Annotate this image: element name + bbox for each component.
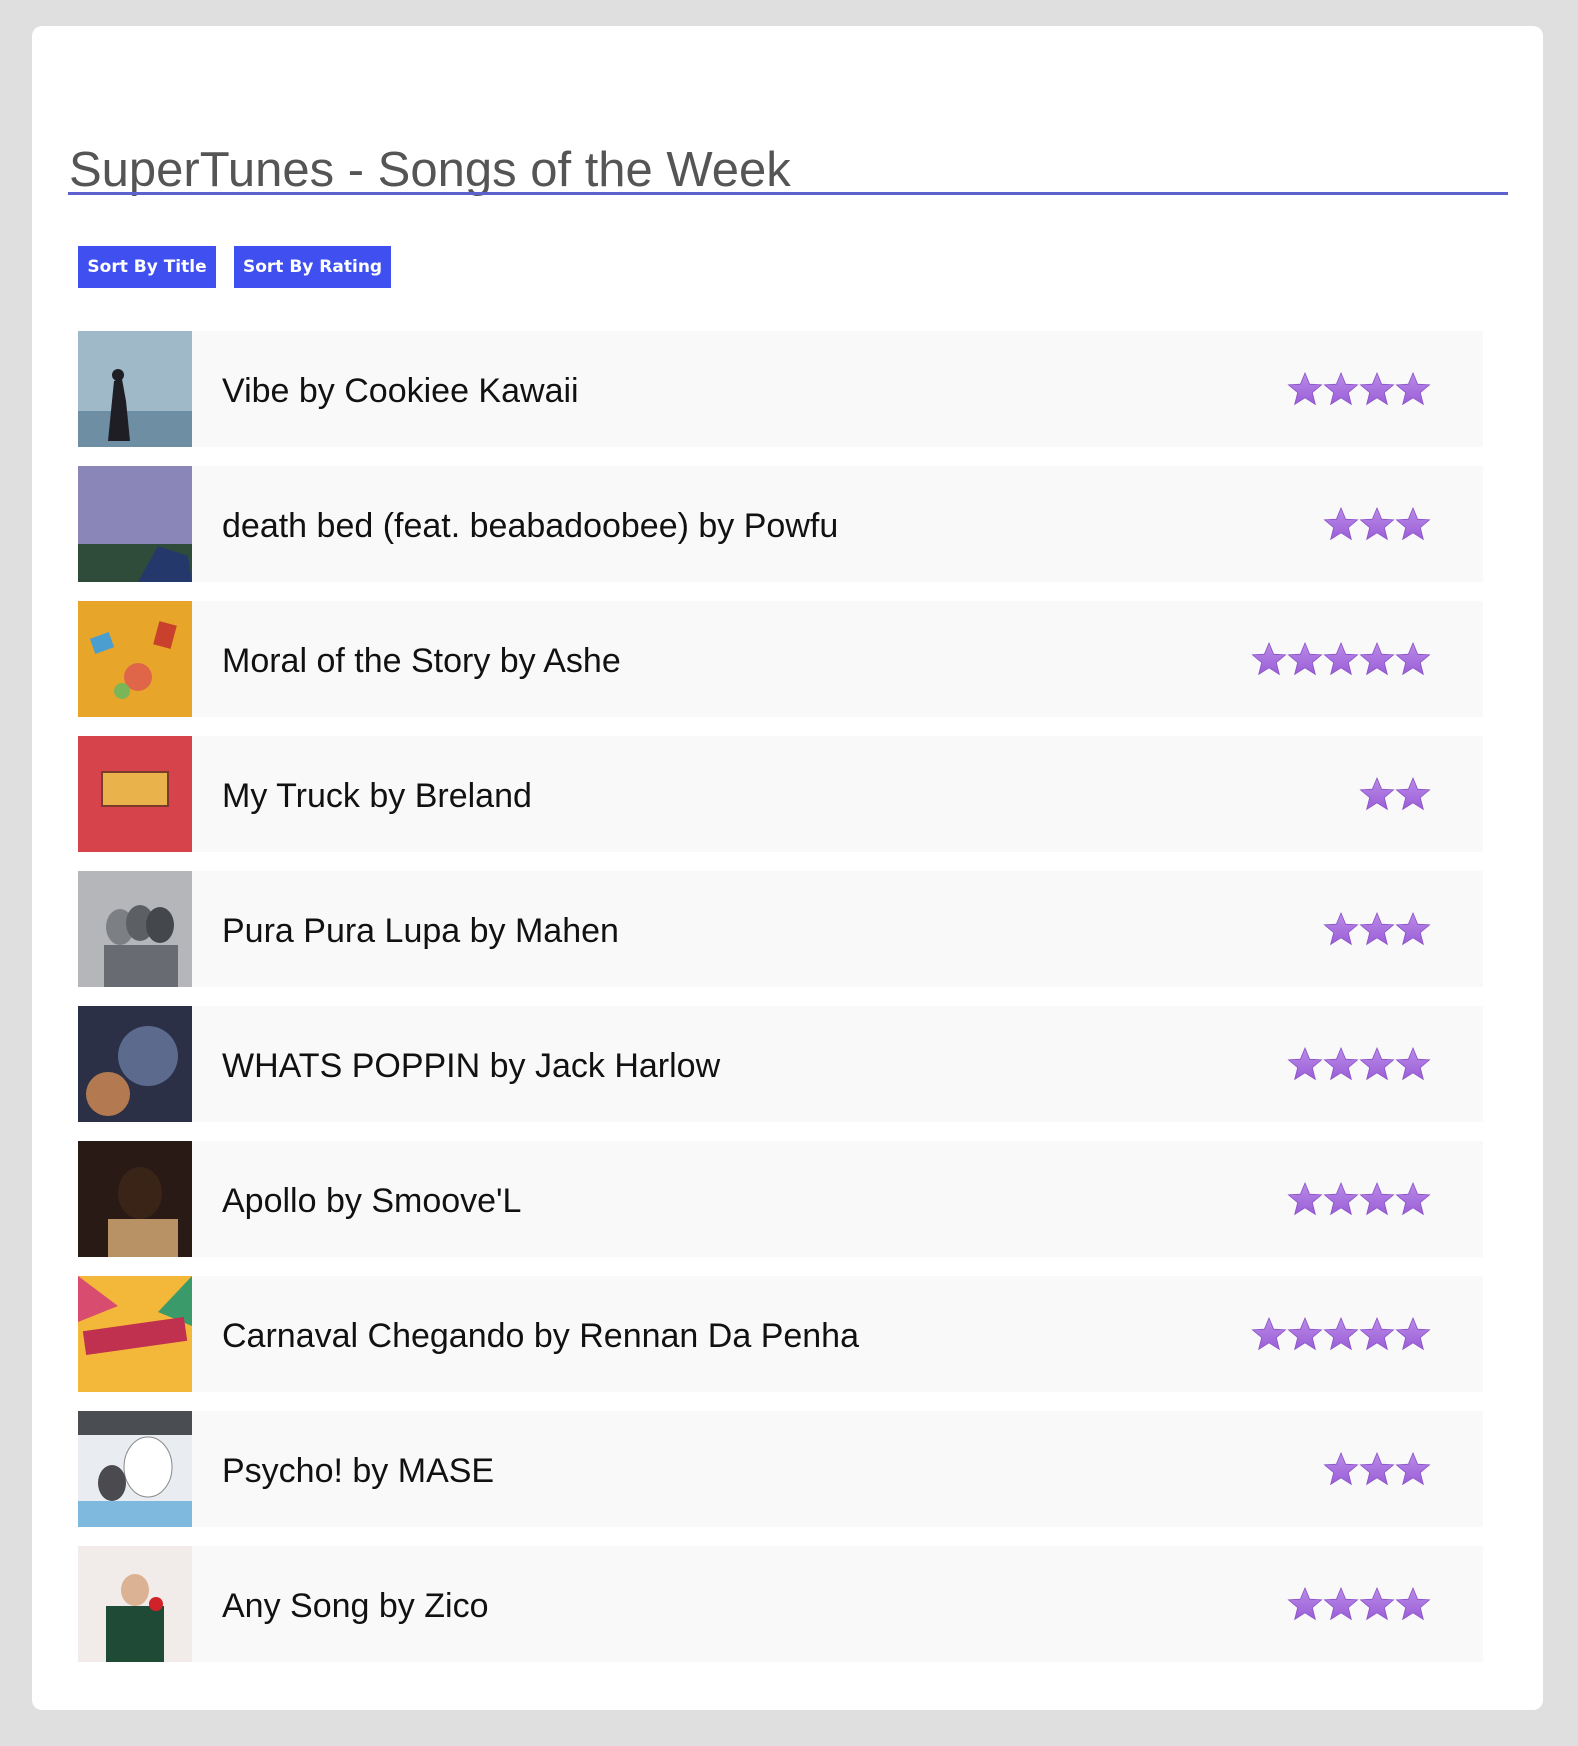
song-rating (1287, 331, 1431, 447)
star-icon (1287, 641, 1323, 677)
star-icon (1395, 1316, 1431, 1352)
album-cover (78, 1546, 192, 1662)
song-list: Vibe by Cookiee Kawaii death bed (feat. b… (78, 331, 1483, 1681)
song-row[interactable]: My Truck by Breland (78, 736, 1483, 852)
star-icon (1323, 506, 1359, 542)
album-cover (78, 1276, 192, 1392)
song-row[interactable]: death bed (feat. beabadoobee) by Powfu (78, 466, 1483, 582)
star-icon (1395, 371, 1431, 407)
album-cover (78, 601, 192, 717)
star-icon (1359, 506, 1395, 542)
song-title: Any Song by Zico (222, 1587, 489, 1625)
song-row[interactable]: WHATS POPPIN by Jack Harlow (78, 1006, 1483, 1122)
song-row[interactable]: Pura Pura Lupa by Mahen (78, 871, 1483, 987)
album-cover (78, 1411, 192, 1527)
star-icon (1287, 1316, 1323, 1352)
song-rating (1323, 1411, 1431, 1527)
star-icon (1287, 1046, 1323, 1082)
song-title: My Truck by Breland (222, 777, 532, 815)
star-icon (1395, 641, 1431, 677)
song-rating (1359, 736, 1431, 852)
album-cover (78, 466, 192, 582)
star-icon (1359, 371, 1395, 407)
star-icon (1359, 1451, 1395, 1487)
star-icon (1359, 911, 1395, 947)
song-title: Apollo by Smoove'L (222, 1182, 522, 1220)
song-rating (1323, 871, 1431, 987)
song-title: Vibe by Cookiee Kawaii (222, 372, 579, 410)
star-icon (1395, 506, 1431, 542)
star-icon (1323, 1316, 1359, 1352)
song-title: Carnaval Chegando by Rennan Da Penha (222, 1317, 860, 1355)
song-rating (1323, 466, 1431, 582)
song-rating (1251, 601, 1431, 717)
star-icon (1395, 911, 1431, 947)
star-icon (1359, 1586, 1395, 1622)
star-icon (1395, 1181, 1431, 1217)
title-underline (68, 192, 1508, 195)
star-icon (1359, 776, 1395, 812)
star-icon (1395, 1046, 1431, 1082)
song-title: Pura Pura Lupa by Mahen (222, 912, 619, 950)
page-title: SuperTunes - Songs of the Week (69, 143, 791, 197)
sort-by-title-button[interactable]: Sort By Title (78, 246, 216, 288)
album-cover (78, 1141, 192, 1257)
main-card: SuperTunes - Songs of the Week Sort By T… (32, 26, 1543, 1710)
song-row[interactable]: Vibe by Cookiee Kawaii (78, 331, 1483, 447)
star-icon (1287, 371, 1323, 407)
star-icon (1323, 911, 1359, 947)
star-icon (1359, 641, 1395, 677)
song-rating (1287, 1546, 1431, 1662)
star-icon (1359, 1046, 1395, 1082)
star-icon (1323, 1046, 1359, 1082)
song-rating (1251, 1276, 1431, 1392)
star-icon (1251, 1316, 1287, 1352)
song-row[interactable]: Carnaval Chegando by Rennan Da Penha (78, 1276, 1483, 1392)
star-icon (1395, 776, 1431, 812)
album-cover (78, 871, 192, 987)
song-row[interactable]: Apollo by Smoove'L (78, 1141, 1483, 1257)
album-cover (78, 331, 192, 447)
star-icon (1323, 1451, 1359, 1487)
star-icon (1323, 1586, 1359, 1622)
song-title: Psycho! by MASE (222, 1452, 495, 1490)
album-cover (78, 736, 192, 852)
star-icon (1359, 1181, 1395, 1217)
album-cover (78, 1006, 192, 1122)
song-row[interactable]: Any Song by Zico (78, 1546, 1483, 1662)
song-title: Moral of the Story by Ashe (222, 642, 621, 680)
star-icon (1251, 641, 1287, 677)
star-icon (1323, 641, 1359, 677)
star-icon (1395, 1451, 1431, 1487)
song-rating (1287, 1141, 1431, 1257)
star-icon (1359, 1316, 1395, 1352)
star-icon (1287, 1586, 1323, 1622)
song-row[interactable]: Psycho! by MASE (78, 1411, 1483, 1527)
sort-by-rating-button[interactable]: Sort By Rating (234, 246, 391, 288)
song-row[interactable]: Moral of the Story by Ashe (78, 601, 1483, 717)
song-title: WHATS POPPIN by Jack Harlow (222, 1047, 721, 1085)
star-icon (1395, 1586, 1431, 1622)
song-title: death bed (feat. beabadoobee) by Powfu (222, 507, 839, 545)
star-icon (1323, 371, 1359, 407)
star-icon (1323, 1181, 1359, 1217)
song-rating (1287, 1006, 1431, 1122)
star-icon (1287, 1181, 1323, 1217)
